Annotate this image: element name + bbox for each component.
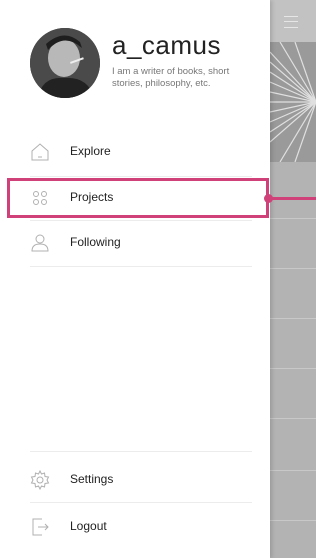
menu-divider bbox=[30, 176, 252, 177]
gear-icon bbox=[30, 470, 50, 490]
background-app-overlay[interactable] bbox=[270, 0, 316, 558]
background-row-divider bbox=[270, 368, 316, 369]
menu-divider bbox=[30, 502, 252, 503]
menu-item-label: Explore bbox=[70, 144, 111, 158]
background-artwork bbox=[270, 42, 316, 162]
background-row-divider bbox=[270, 268, 316, 269]
background-header bbox=[270, 0, 316, 42]
home-icon bbox=[31, 143, 49, 161]
menu-item-label: Following bbox=[70, 235, 121, 249]
profile-bio: I am a writer of books, short stories, p… bbox=[112, 66, 230, 89]
background-row-divider bbox=[270, 318, 316, 319]
menu-divider bbox=[30, 451, 252, 452]
menu-item-label: Settings bbox=[70, 472, 114, 486]
menu-divider bbox=[30, 266, 252, 267]
menu-item-explore[interactable]: Explore bbox=[0, 132, 270, 172]
username: a_camus bbox=[112, 30, 221, 60]
menu-item-settings[interactable]: Settings bbox=[0, 460, 270, 500]
avatar[interactable] bbox=[30, 28, 100, 98]
background-row-divider bbox=[270, 520, 316, 521]
background-row-divider bbox=[270, 470, 316, 471]
highlight-connector-line bbox=[268, 197, 316, 200]
background-row-divider bbox=[270, 418, 316, 419]
person-icon bbox=[31, 234, 49, 252]
avatar-portrait bbox=[30, 28, 100, 98]
highlight-box-projects bbox=[7, 178, 269, 218]
menu-item-logout[interactable]: Logout bbox=[0, 507, 270, 547]
menu-item-label: Logout bbox=[70, 519, 107, 533]
logout-icon bbox=[32, 518, 49, 536]
menu-item-following[interactable]: Following bbox=[0, 223, 270, 263]
navigation-drawer: a_camus I am a writer of books, short st… bbox=[0, 0, 270, 558]
menu-divider bbox=[30, 220, 252, 221]
hamburger-icon bbox=[284, 16, 298, 28]
highlight-connector-dot bbox=[264, 194, 273, 203]
background-row-divider bbox=[270, 218, 316, 219]
